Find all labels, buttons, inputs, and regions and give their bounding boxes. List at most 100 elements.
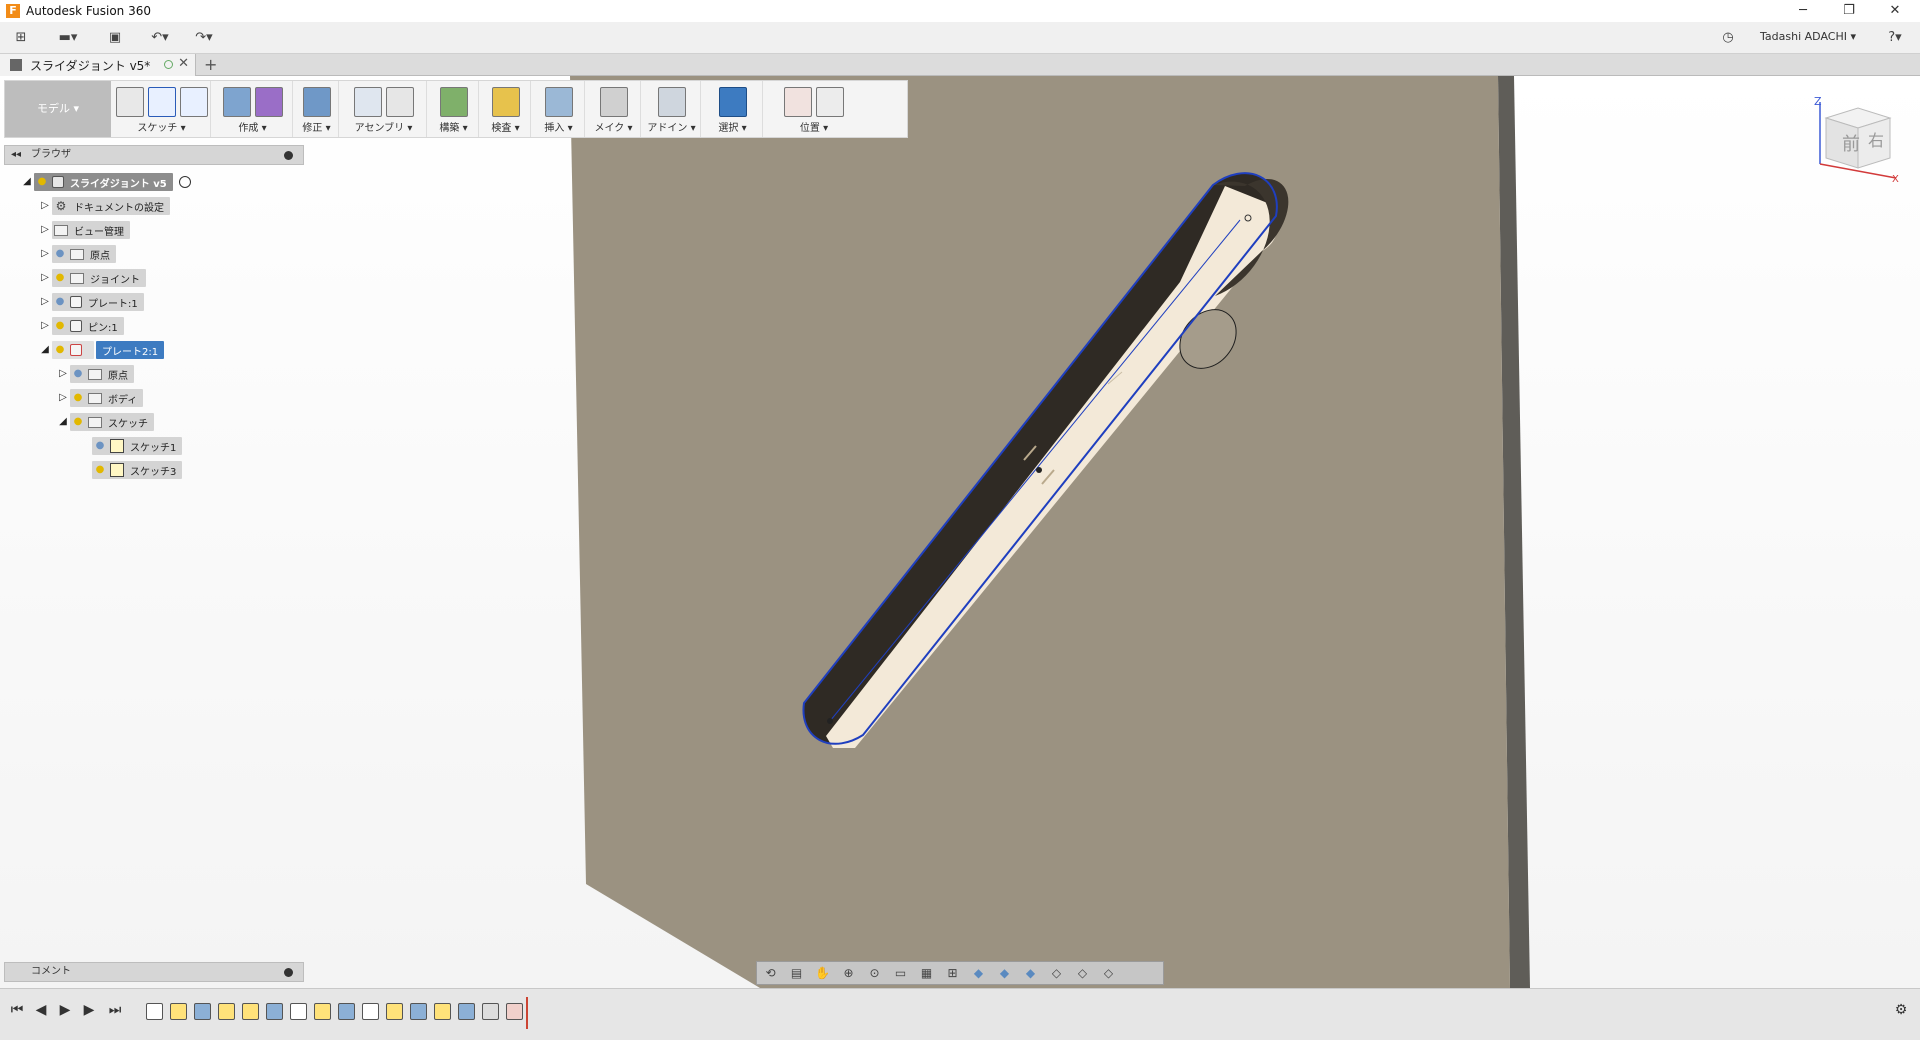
joint-icon[interactable] [385, 87, 414, 117]
ribbon-group-make[interactable]: メイク ▾ [587, 81, 641, 137]
tree-row[interactable]: ● スケッチ3 [92, 460, 183, 480]
tree-node[interactable]: ● プレート:1 [52, 293, 144, 311]
measure-icon[interactable] [491, 87, 520, 117]
ribbon-group-select[interactable]: 選択 ▾ [703, 81, 763, 137]
expand-toggle-icon[interactable]: ▷ [38, 295, 52, 309]
help-button[interactable]: ?▾ [1880, 28, 1910, 48]
timeline-extrude-feature[interactable] [266, 1003, 283, 1020]
new-component-icon[interactable] [353, 87, 382, 117]
model-scene[interactable] [0, 76, 1920, 988]
user-account-menu[interactable]: Tadashi ADACHI ▾ [1760, 30, 1856, 43]
insert-image-icon[interactable] [544, 87, 573, 117]
tree-node[interactable]: ビュー管理 [52, 221, 130, 239]
tree-row-root[interactable]: ◢ ● スライダジョント v5 [20, 172, 191, 192]
collapse-panel-icon[interactable]: ◂◂ [11, 146, 21, 164]
tree-row[interactable]: ▷ ビュー管理 [38, 220, 130, 240]
tree-row[interactable]: ▷ ● プレート:1 [38, 292, 144, 312]
expand-toggle-icon[interactable]: ▷ [38, 247, 52, 261]
visibility-bulb-icon[interactable]: ● [72, 368, 84, 380]
orbit-icon[interactable]: ⟲ [761, 965, 780, 982]
tree-node[interactable]: ● 原点 [70, 365, 134, 383]
ribbon-group-inspect[interactable]: 検査 ▾ [481, 81, 531, 137]
plate-face[interactable] [570, 76, 1510, 988]
timeline-extrude-feature[interactable] [338, 1003, 355, 1020]
tree-row[interactable]: ◢ ● プレート2:1 [38, 340, 165, 360]
visibility-bulb-icon[interactable]: ● [36, 176, 48, 188]
activate-radio-icon[interactable] [178, 176, 191, 188]
tree-row[interactable]: ▷ ⚙ ドキュメントの設定 [38, 196, 170, 216]
tree-node[interactable]: ● スケッチ1 [92, 437, 183, 455]
timeline-extrude-feature[interactable] [458, 1003, 475, 1020]
ribbon-group-addins[interactable]: アドイン ▾ [643, 81, 701, 137]
expand-toggle-icon[interactable]: ◢ [56, 415, 70, 429]
visibility-bulb-icon[interactable]: ● [72, 392, 84, 404]
comments-panel-header[interactable]: コメント [4, 962, 304, 982]
scripts-addins-icon[interactable] [657, 87, 686, 117]
go-to-start-icon[interactable]: ⏮ [8, 1001, 26, 1019]
minimize-button[interactable]: ─ [1780, 0, 1826, 22]
revert-position-icon[interactable] [816, 87, 844, 117]
tree-node[interactable]: ● スケッチ3 [92, 461, 183, 479]
timeline-sketch-feature[interactable] [314, 1003, 331, 1020]
tree-node[interactable]: ● ジョイント [52, 269, 146, 287]
expand-toggle-icon[interactable]: ▷ [56, 391, 70, 405]
visibility-bulb-icon[interactable]: ● [72, 416, 84, 428]
expand-toggle-icon[interactable]: ◢ [20, 175, 34, 189]
ribbon-group-position[interactable]: 位置 ▾ [765, 81, 863, 137]
ribbon-group-modify[interactable]: 修正 ▾ [295, 81, 339, 137]
ribbon-group-construct[interactable]: 構築 ▾ [429, 81, 479, 137]
timeline-component-feature[interactable] [362, 1003, 379, 1020]
document-tab[interactable]: スライダジョント v5* ✕ [0, 54, 196, 76]
form-icon[interactable] [254, 87, 283, 117]
grid-snap-icon[interactable]: ▦ [917, 965, 936, 982]
tree-node[interactable]: ⚙ ドキュメントの設定 [52, 197, 170, 215]
data-panel-grid-icon[interactable]: ⊞ [10, 28, 32, 48]
visibility-bulb-icon[interactable]: ● [54, 320, 66, 332]
tree-node[interactable]: ● スケッチ [70, 413, 154, 431]
browser-panel-header[interactable]: ◂◂ ブラウザ [4, 145, 304, 165]
extrude-icon[interactable] [222, 87, 251, 117]
timeline-extrude-feature[interactable] [410, 1003, 427, 1020]
view-cube[interactable]: 前 右 Z X [1812, 96, 1902, 184]
ribbon-group-sketch[interactable]: スケッチ ▾ [113, 81, 211, 137]
tree-node[interactable]: ● ボディ [70, 389, 144, 407]
pan-hand-icon[interactable]: ✋ [813, 965, 832, 982]
visibility-bulb-icon[interactable]: ● [54, 272, 66, 284]
timeline-joint-feature[interactable] [506, 1003, 523, 1020]
tree-row[interactable]: ◢ ● スケッチ [56, 412, 154, 432]
save-button[interactable]: ▣ [104, 28, 126, 48]
timeline-component-feature[interactable] [290, 1003, 307, 1020]
ribbon-group-create[interactable]: 作成 ▾ [213, 81, 293, 137]
wireframe-icon[interactable]: ◇ [1047, 965, 1066, 982]
expand-toggle-icon[interactable]: ▷ [56, 367, 70, 381]
wireframe-visible-icon[interactable]: ◇ [1099, 965, 1118, 982]
tree-node[interactable]: ● ピン:1 [52, 317, 124, 335]
hidden-edges-icon[interactable]: ◆ [1021, 965, 1040, 982]
restore-button[interactable]: ❐ [1826, 0, 1872, 22]
ribbon-group-assemble[interactable]: アセンブリ ▾ [341, 81, 427, 137]
timeline-sketch-feature[interactable] [170, 1003, 187, 1020]
expand-toggle-icon[interactable]: ▷ [38, 319, 52, 333]
line-tool-icon[interactable] [147, 87, 176, 117]
visibility-bulb-icon[interactable]: ● [94, 440, 106, 452]
play-icon[interactable]: ▶ [56, 1001, 74, 1019]
close-tab-button[interactable]: ✕ [178, 56, 189, 71]
rectangle-tool-icon[interactable] [179, 87, 208, 117]
timeline-sketch-feature[interactable] [434, 1003, 451, 1020]
select-tool-icon[interactable] [718, 87, 747, 117]
ribbon-group-insert[interactable]: 挿入 ▾ [533, 81, 585, 137]
visibility-bulb-icon[interactable]: ● [54, 344, 66, 356]
timeline-sketch-feature[interactable] [218, 1003, 235, 1020]
create-sketch-icon[interactable] [115, 87, 144, 117]
timeline-sketch-feature[interactable] [386, 1003, 403, 1020]
tree-row[interactable]: ▷ ● ジョイント [38, 268, 146, 288]
timeline-sketch-feature[interactable] [242, 1003, 259, 1020]
shaded-view-icon[interactable]: ◆ [969, 965, 988, 982]
tree-row[interactable]: ▷ ● 原点 [38, 244, 116, 264]
visibility-bulb-icon[interactable]: ● [54, 248, 66, 260]
capture-position-icon[interactable] [784, 87, 812, 117]
timeline-extrude-feature[interactable] [194, 1003, 211, 1020]
wireframe-hidden-icon[interactable]: ◇ [1073, 965, 1092, 982]
visibility-bulb-icon[interactable]: ● [54, 296, 66, 308]
file-menu-button[interactable]: ▬▾ [52, 28, 84, 48]
